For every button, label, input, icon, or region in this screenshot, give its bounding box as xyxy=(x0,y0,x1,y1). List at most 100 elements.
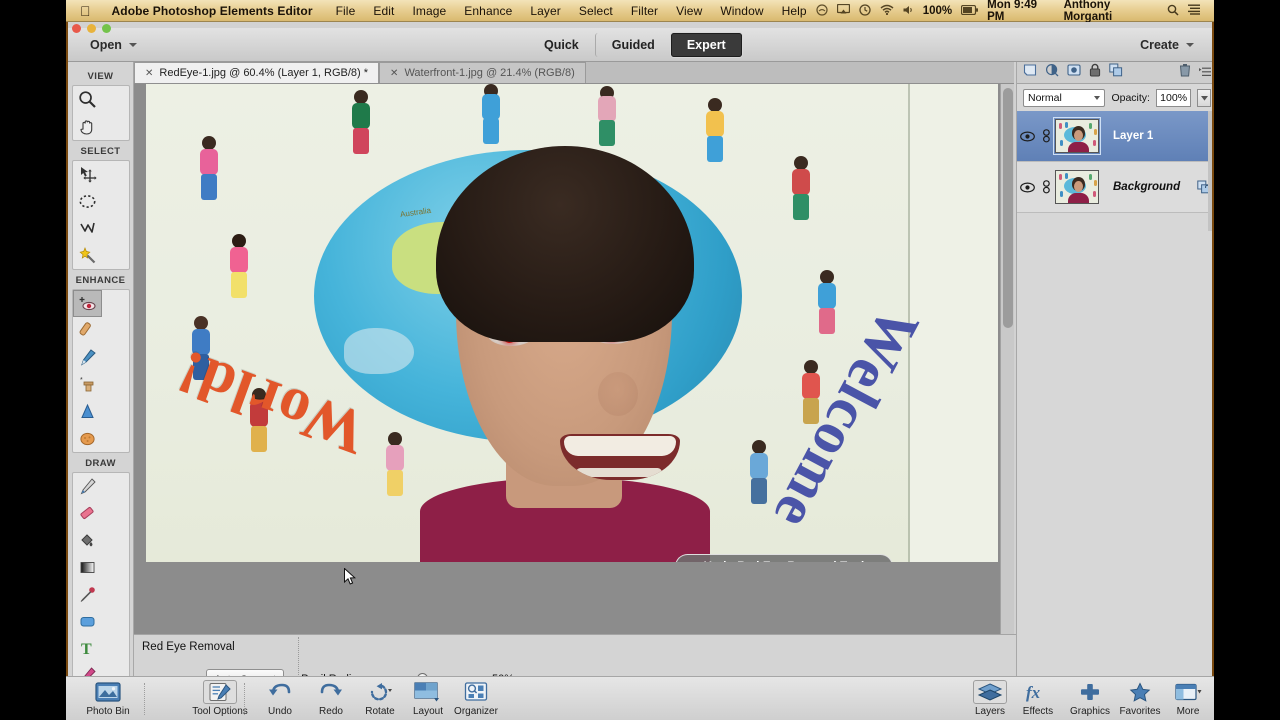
lock-icon[interactable] xyxy=(1089,63,1101,82)
zoom-tool[interactable] xyxy=(73,86,102,113)
taskbar-label: Undo xyxy=(268,706,292,717)
menubar-app-name[interactable]: Adobe Photoshop Elements Editor xyxy=(103,4,327,18)
menu-select[interactable]: Select xyxy=(570,4,622,18)
close-icon[interactable]: ✕ xyxy=(390,68,398,79)
hand-tool[interactable] xyxy=(73,113,102,140)
layer-visibility-icon[interactable] xyxy=(1017,181,1037,193)
panel-menu-icon[interactable] xyxy=(1199,64,1211,82)
paint-bucket-tool[interactable] xyxy=(73,527,102,554)
menubar-username[interactable]: Anthony Morganti xyxy=(1064,0,1158,23)
taskbar-label: Photo Bin xyxy=(86,706,130,717)
timemachine-icon[interactable] xyxy=(859,3,871,18)
document-tab-strip: ✕ RedEye-1.jpg @ 60.4% (Layer 1, RGB/8) … xyxy=(134,62,1014,84)
brush-tool[interactable] xyxy=(73,473,102,500)
menu-image[interactable]: Image xyxy=(403,4,455,18)
layer-link-icon[interactable] xyxy=(1037,180,1055,194)
svg-text:*: * xyxy=(80,377,83,384)
canvas-viewport[interactable]: Australia World! Welcome xyxy=(134,84,1014,672)
close-icon[interactable]: ✕ xyxy=(145,68,153,79)
menubar-clock[interactable]: Mon 9:49 PM xyxy=(987,0,1054,23)
lasso-select-tool[interactable] xyxy=(73,215,102,242)
minimize-window-button[interactable] xyxy=(87,24,96,33)
delete-layer-icon[interactable] xyxy=(1179,63,1191,82)
mode-expert[interactable]: Expert xyxy=(670,33,742,57)
eraser-tool[interactable] xyxy=(73,500,102,527)
layer-thumbnail[interactable] xyxy=(1055,170,1099,204)
mode-quick[interactable]: Quick xyxy=(528,33,595,57)
chevron-down-icon[interactable] xyxy=(128,43,137,48)
layers-panel: Normal Opacity: 100% Layer 1 Background xyxy=(1016,62,1212,694)
dropbox-icon[interactable] xyxy=(816,3,828,18)
menu-help[interactable]: Help xyxy=(773,4,816,18)
undo-arrow-icon xyxy=(268,680,292,704)
menu-filter[interactable]: Filter xyxy=(622,4,667,18)
type-tool[interactable]: T xyxy=(73,635,102,662)
search-icon[interactable] xyxy=(1167,4,1179,18)
menu-edit[interactable]: Edit xyxy=(364,4,403,18)
clone-stamp-tool[interactable]: * xyxy=(73,371,102,398)
create-button-label: Create xyxy=(1140,37,1179,52)
screen:  Adobe Photoshop Elements Editor File E… xyxy=(0,0,1280,720)
layer-blend-controls: Normal Opacity: 100% xyxy=(1017,85,1212,111)
eyedropper-tool[interactable] xyxy=(73,581,102,608)
layer-row-background[interactable]: Background xyxy=(1017,162,1212,213)
apple-icon[interactable]:  xyxy=(80,4,91,18)
volume-icon[interactable] xyxy=(903,5,914,17)
layers-panel-toolbar xyxy=(1017,62,1212,84)
layer-visibility-icon[interactable] xyxy=(1017,130,1037,142)
layer-thumbnail[interactable] xyxy=(1053,117,1101,155)
wifi-icon[interactable] xyxy=(880,4,894,17)
blend-mode-select[interactable]: Normal xyxy=(1023,89,1106,107)
menu-view[interactable]: View xyxy=(667,4,711,18)
quick-select-tool[interactable] xyxy=(73,242,102,269)
gradient-tool[interactable] xyxy=(73,554,102,581)
document-tab-redeye[interactable]: ✕ RedEye-1.jpg @ 60.4% (Layer 1, RGB/8) … xyxy=(134,62,380,83)
blur-tool[interactable] xyxy=(73,398,102,425)
battery-icon[interactable] xyxy=(961,4,979,17)
tool-options-icon xyxy=(203,680,237,704)
svg-text:fx: fx xyxy=(1026,683,1041,702)
create-button[interactable]: Create xyxy=(1140,38,1194,52)
taskbar-organizer[interactable]: Organizer xyxy=(444,680,508,720)
layer-name[interactable]: Background xyxy=(1099,181,1191,193)
smart-brush-tool[interactable] xyxy=(73,344,102,371)
opacity-dropdown-icon[interactable] xyxy=(1197,89,1211,107)
close-window-button[interactable] xyxy=(72,24,81,33)
layers-panel-scrollbar[interactable] xyxy=(1208,111,1212,231)
mode-guided[interactable]: Guided xyxy=(594,33,671,57)
group-layer-icon[interactable] xyxy=(1109,63,1123,82)
menu-window[interactable]: Window xyxy=(711,4,772,18)
battery-percent[interactable]: 100% xyxy=(923,5,952,17)
sponge-tool[interactable] xyxy=(73,425,102,452)
shape-tool[interactable] xyxy=(73,608,102,635)
adjustment-layer-icon[interactable] xyxy=(1045,63,1059,82)
taskbar-more[interactable]: More xyxy=(1156,680,1220,720)
notification-center-icon[interactable] xyxy=(1188,4,1200,17)
menu-file[interactable]: File xyxy=(327,4,365,18)
new-layer-icon[interactable] xyxy=(1023,63,1037,82)
layer-name[interactable]: Layer 1 xyxy=(1099,130,1212,142)
scrollbar-thumb[interactable] xyxy=(1003,88,1013,328)
document-tab-waterfront[interactable]: ✕ Waterfront-1.jpg @ 21.4% (RGB/8) xyxy=(379,62,586,83)
opacity-value[interactable]: 100% xyxy=(1155,89,1192,107)
taskbar-tool-options[interactable]: Tool Options xyxy=(188,680,252,720)
marquee-select-tool[interactable] xyxy=(73,188,102,215)
red-eye-removal-tool[interactable] xyxy=(72,290,102,317)
layer-mask-icon[interactable] xyxy=(1067,63,1081,82)
menu-enhance[interactable]: Enhance xyxy=(455,4,521,18)
layer-row-layer1[interactable]: Layer 1 xyxy=(1017,111,1212,162)
canvas-vertical-scrollbar[interactable] xyxy=(1000,84,1014,672)
spot-healing-tool[interactable] xyxy=(73,317,102,344)
zoom-window-button[interactable] xyxy=(102,24,111,33)
taskbar-photo-bin[interactable]: Photo Bin xyxy=(76,680,140,720)
photo-canvas[interactable]: Australia World! Welcome xyxy=(146,84,998,562)
layer-link-icon[interactable] xyxy=(1037,129,1055,143)
airplay-icon[interactable] xyxy=(836,3,850,17)
move-tool[interactable] xyxy=(73,161,102,188)
open-button[interactable]: Open xyxy=(90,38,137,52)
effects-fx-icon: fx xyxy=(1025,680,1051,704)
chevron-down-icon[interactable] xyxy=(1186,43,1194,48)
menu-layer[interactable]: Layer xyxy=(521,4,570,18)
chevron-down-icon[interactable] xyxy=(1094,96,1101,100)
toolgroup-draw: T xyxy=(71,472,130,690)
